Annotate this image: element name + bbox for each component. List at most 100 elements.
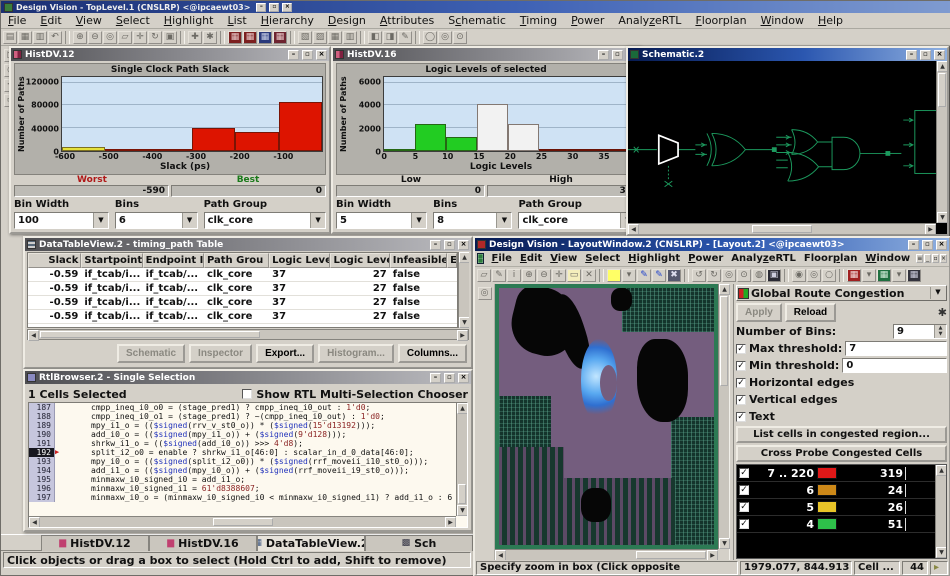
maximize-button[interactable] (612, 50, 623, 60)
window-red-icon[interactable]: ▦ (228, 31, 242, 44)
legend-row[interactable]: 7 .. 220319 (737, 465, 935, 482)
minimize-button[interactable] (430, 373, 441, 383)
print-icon[interactable]: ▥ (33, 31, 47, 44)
hist-bar[interactable] (105, 149, 148, 151)
low-value-field[interactable]: 0 (336, 185, 485, 197)
chevron-down-icon[interactable] (93, 213, 108, 228)
layout-vertical-scrollbar[interactable]: ▲ ▼ (718, 284, 729, 549)
code-line[interactable]: 194add_i1_o = (($signed(mpy_i0_o)) + ($s… (29, 466, 456, 475)
hist-bar[interactable] (508, 124, 539, 151)
legend-vertical-scrollbar[interactable]: ▲ ▼ (935, 465, 946, 558)
legend-checkbox[interactable] (739, 502, 749, 512)
add-icon[interactable]: ✚ (188, 31, 202, 44)
window-blue-icon[interactable]: ▦ (258, 31, 272, 44)
schematic-vertical-scrollbar[interactable]: ▲ ▼ (936, 61, 947, 223)
undo-icon[interactable]: ↶ (48, 31, 62, 44)
legend-checkbox[interactable] (739, 468, 749, 478)
max-threshold-checkbox[interactable] (736, 344, 746, 354)
search-icon[interactable]: ◎ (103, 31, 117, 44)
chevron-down-icon[interactable] (496, 213, 511, 228)
hist-bar[interactable] (477, 104, 508, 151)
close-button[interactable] (282, 3, 292, 12)
maximize-icon[interactable]: ▫ (932, 254, 939, 263)
map-dark-icon[interactable]: ▦ (907, 269, 921, 282)
zoom-in-icon[interactable]: ⊕ (73, 31, 87, 44)
plot-area[interactable] (383, 76, 633, 152)
note-icon[interactable]: ▭ (567, 269, 581, 282)
layers-icon[interactable]: ▧ (298, 31, 312, 44)
datatable-titlebar[interactable]: DataTableView.2 - timing_path Table (25, 238, 471, 251)
table-row[interactable]: -0.59if_tcab/i...if_tcab/...clk_core3727… (28, 296, 457, 310)
inspector-button[interactable]: Inspector (189, 344, 252, 363)
dot-icon[interactable]: ⊙ (453, 31, 467, 44)
palette-icon[interactable]: ◨ (383, 31, 397, 44)
apply-button[interactable]: Apply (736, 303, 782, 322)
column-header[interactable]: E (447, 253, 457, 268)
minimize-button[interactable] (908, 240, 919, 250)
legend-checkbox[interactable] (739, 519, 749, 529)
histdv12-titlebar[interactable]: HistDV.12 (11, 48, 329, 61)
menu-window[interactable]: Window (754, 14, 811, 27)
new-icon[interactable]: ▤ (3, 31, 17, 44)
edit-blue-icon[interactable]: ✎ (637, 269, 651, 282)
scrollbar-thumb[interactable] (458, 484, 466, 504)
close-icon[interactable]: × (940, 254, 947, 263)
path-group-combobox[interactable]: clk_core (518, 212, 636, 229)
hist-bar[interactable] (235, 132, 278, 151)
table-row[interactable]: -0.59if_tcab/i...if_tcab/...clk_core3727… (28, 282, 457, 296)
main-window-titlebar[interactable]: Design Vision - TopLevel.1 (CNSLRP) <@ip… (1, 1, 950, 13)
pencil-icon[interactable]: ✎ (398, 31, 412, 44)
vertical-edges-checkbox[interactable] (736, 395, 746, 405)
scroll-up-icon[interactable]: ▲ (459, 252, 469, 263)
scrollbar-thumb[interactable] (752, 225, 812, 233)
cell-mode-label[interactable]: Cell ... (854, 561, 900, 575)
text-checkbox[interactable] (736, 412, 746, 422)
restore-icon[interactable]: ≡ (916, 254, 923, 263)
chevron-down-icon[interactable] (310, 213, 325, 228)
hist-bar[interactable] (384, 149, 415, 151)
hist-bar[interactable] (539, 149, 570, 151)
scroll-up-icon[interactable]: ▲ (937, 61, 947, 72)
bin-width-combobox[interactable]: 5 (336, 212, 427, 229)
tab-sch[interactable]: ▩Sch (365, 535, 473, 551)
table-row[interactable]: -0.59if_tcab/i...if_tcab/...clk_core3727… (28, 310, 457, 324)
scrollbar-thumb[interactable] (938, 73, 946, 107)
maximize-button[interactable] (444, 240, 455, 250)
scroll-left-icon[interactable]: ◀ (29, 517, 40, 528)
legend-row[interactable]: 526 (737, 499, 935, 516)
hist-bar[interactable] (446, 137, 477, 151)
maximize-button[interactable] (444, 373, 455, 383)
edit-blue2-icon[interactable]: ✎ (652, 269, 666, 282)
layout-titlebar[interactable]: Design Vision - LayoutWindow.2 (CNSLRP) … (475, 238, 949, 251)
menu-floorplan[interactable]: Floorplan (800, 253, 861, 264)
layout-canvas[interactable] (495, 284, 718, 549)
code-line[interactable]: 195minmaxw_i0_signed_i0 = add_i1_o; (29, 475, 456, 484)
pencil-icon[interactable]: ✎ (492, 269, 506, 282)
column-header[interactable]: Logic Leve (269, 253, 330, 268)
zoom-out-icon[interactable]: ⊖ (88, 31, 102, 44)
chevron-down-icon[interactable] (411, 213, 426, 228)
code-line[interactable]: 192▶split_i2_o0 = enable ? shrkw_i1_o[46… (29, 448, 456, 457)
bin-width-combobox[interactable]: 100 (14, 212, 109, 229)
zoom-one-icon[interactable]: ⊙ (737, 269, 751, 282)
legend-checkbox[interactable] (739, 485, 749, 495)
hist-bar[interactable] (62, 147, 105, 151)
histogram-button[interactable]: Histogram... (318, 344, 394, 363)
menu-schematic[interactable]: Schematic (441, 14, 513, 27)
code-line[interactable]: 191shrkw_i1_o = (($signed(add_i0_o)) >>>… (29, 439, 456, 448)
max-threshold-input[interactable]: 7 (845, 341, 947, 356)
schematic-horizontal-scrollbar[interactable]: ◀ ▶ (628, 223, 936, 234)
snapshot-icon[interactable]: ▣ (163, 31, 177, 44)
maximize-button[interactable] (269, 3, 279, 12)
grid-icon[interactable]: ▨ (313, 31, 327, 44)
high-value-field[interactable]: 39 (487, 185, 636, 197)
chart-icon[interactable]: ▥ (343, 31, 357, 44)
menu-power[interactable]: Power (684, 253, 727, 264)
zoom-out-icon[interactable]: ⊖ (537, 269, 551, 282)
close-button[interactable] (458, 240, 469, 250)
selected-cell[interactable] (659, 135, 678, 164)
circle-icon[interactable]: ◯ (423, 31, 437, 44)
hist-bar[interactable] (279, 102, 322, 151)
scroll-right-icon[interactable]: ▶ (707, 550, 718, 560)
number-of-bins-spinner[interactable]: 9 ▲▼ (893, 324, 947, 339)
